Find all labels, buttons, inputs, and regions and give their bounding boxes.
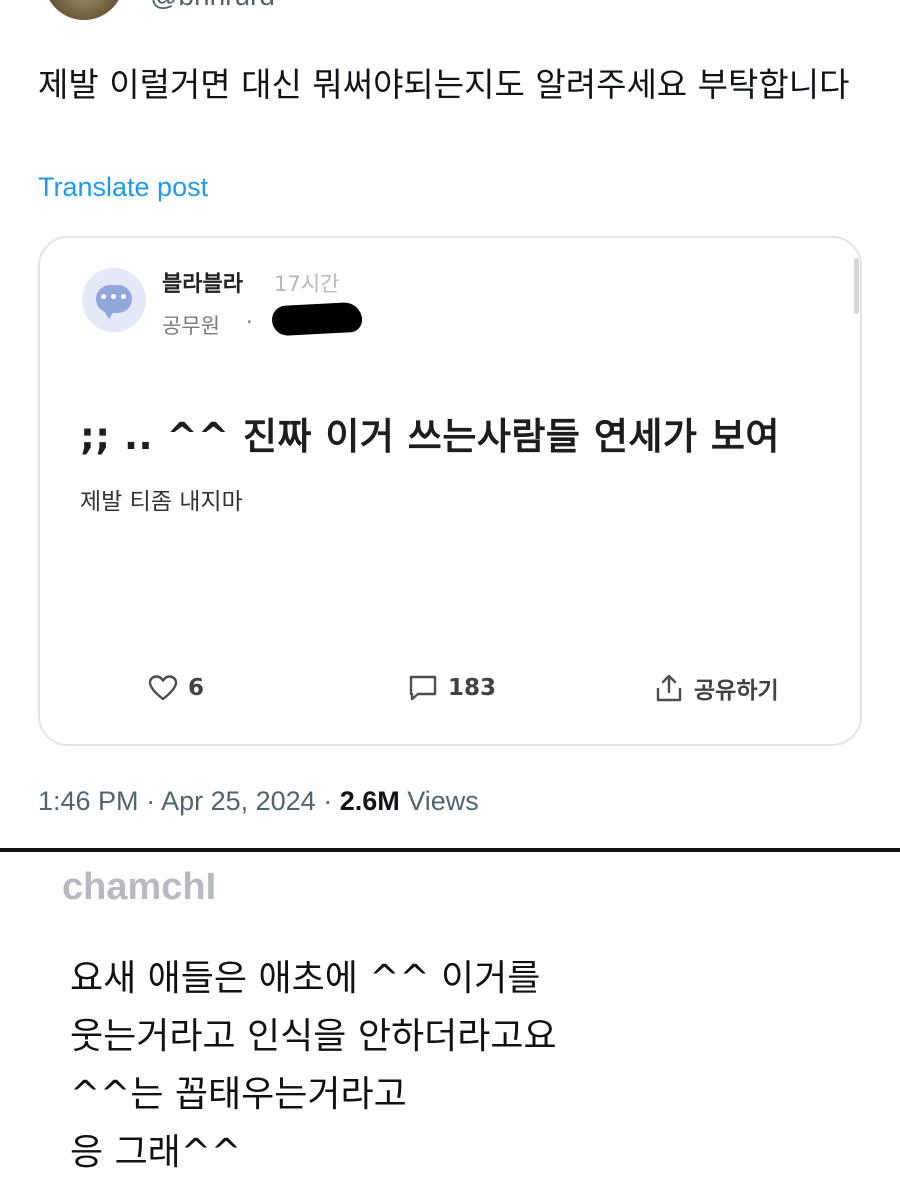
comment-button[interactable]: 183 bbox=[408, 668, 496, 708]
like-button[interactable]: 6 bbox=[148, 668, 204, 708]
card-title: ;; .. ^^ 진짜 이거 쓰는사람들 연세가 보여 bbox=[80, 415, 780, 458]
embedded-post-screenshot: ••• 블라블라 17시간 공무원 · ;; .. ^^ 진짜 이거 쓰는사람들… bbox=[38, 236, 862, 746]
comment-count: 183 bbox=[448, 675, 497, 701]
share-icon bbox=[656, 674, 682, 702]
tweet-time[interactable]: 1:46 PM bbox=[38, 786, 139, 816]
user-handle[interactable]: @bnnrurd bbox=[150, 0, 275, 12]
tweet-date[interactable]: Apr 25, 2024 bbox=[161, 786, 316, 816]
chat-bubble-icon: ••• bbox=[82, 268, 146, 332]
share-button[interactable]: 공유하기 bbox=[654, 668, 779, 708]
comment-line: ^^는 꼽태우는거라고 bbox=[70, 1074, 407, 1115]
card-body: 제발 티좀 내지마 bbox=[80, 489, 243, 515]
comment-line: 웃는거라고 인식을 안하더라고요 bbox=[70, 1016, 557, 1057]
tweet-meta: 1:46 PM · Apr 25, 2024 · 2.6M Views bbox=[38, 786, 479, 816]
user-avatar[interactable] bbox=[44, 0, 124, 20]
card-actions: 6 183 공유하기 bbox=[40, 668, 860, 708]
heart-icon bbox=[148, 675, 178, 701]
share-label: 공유하기 bbox=[694, 678, 779, 704]
comment-line: 응 그래^^ bbox=[70, 1132, 242, 1173]
tweet: @bnnrurd 제발 이럴거면 대신 뭐써야되는지도 알려주세요 부탁합니다 … bbox=[0, 0, 900, 848]
card-time-ago: 17시간 bbox=[274, 272, 340, 296]
comment-icon bbox=[409, 675, 437, 701]
like-count: 6 bbox=[188, 675, 205, 701]
views-label: Views bbox=[399, 786, 479, 816]
redaction-mark bbox=[271, 301, 363, 337]
comment-text: 요새 애들은 애초에 ^^ 이거를 웃는거라고 인식을 안하더라고요 ^^는 꼽… bbox=[70, 950, 850, 1182]
card-job: 공무원 bbox=[162, 314, 220, 338]
translate-post-link[interactable]: Translate post bbox=[38, 172, 208, 203]
card-scrollbar bbox=[854, 258, 859, 314]
tweet-text: 제발 이럴거면 대신 뭐써야되는지도 알려주세요 부탁합니다 bbox=[38, 65, 850, 104]
comment-line: 요새 애들은 애초에 ^^ 이거를 bbox=[70, 958, 541, 999]
card-author: 블라블라 bbox=[162, 272, 243, 297]
section-divider bbox=[0, 848, 900, 852]
card-separator-dot: · bbox=[246, 310, 253, 334]
views-count[interactable]: 2.6M bbox=[340, 786, 400, 816]
comment-username[interactable]: chamchI bbox=[62, 866, 216, 909]
